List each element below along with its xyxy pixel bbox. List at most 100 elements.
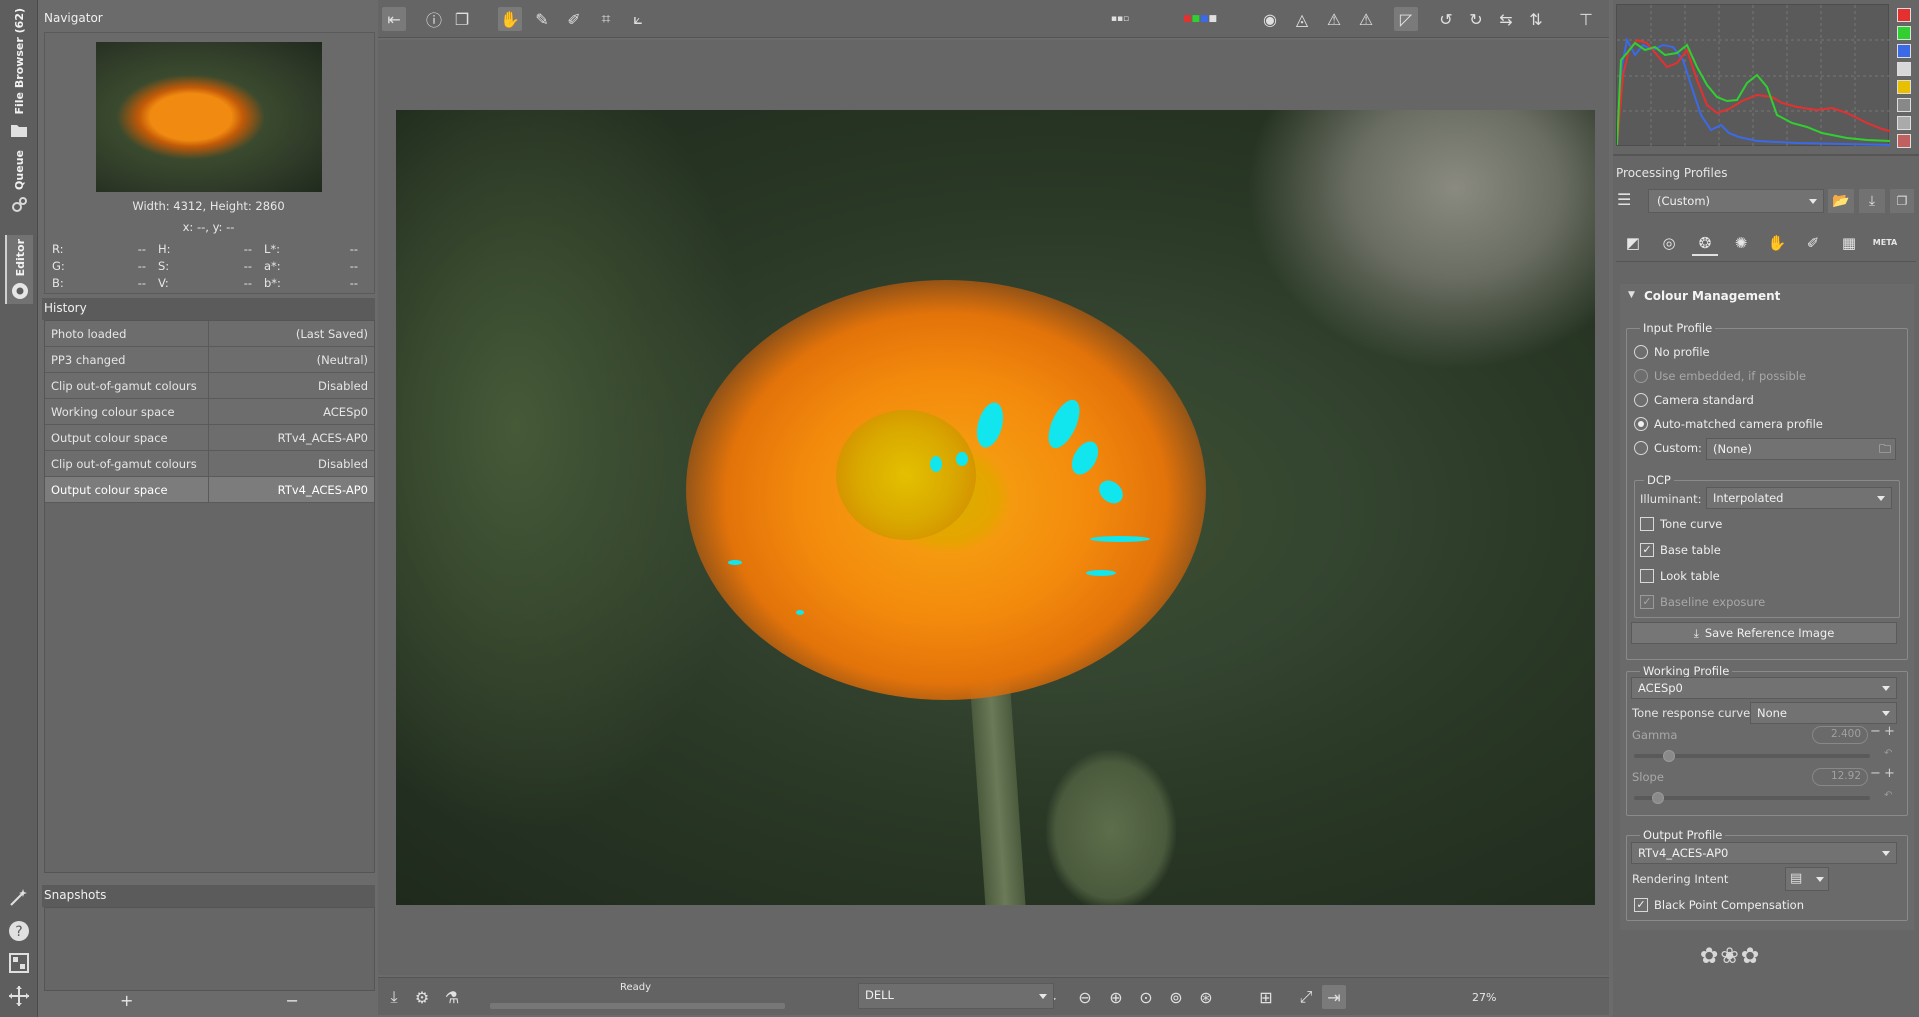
tab-raw-icon[interactable]: ✐ <box>1800 230 1826 256</box>
custom-profile-field[interactable]: (None) 🗀 <box>1706 438 1896 460</box>
gamma-slider-knob[interactable] <box>1663 750 1675 762</box>
history-row[interactable]: Clip out-of-gamut colours Disabled <box>45 451 374 477</box>
luminance-toggle[interactable] <box>1897 62 1911 76</box>
output-profile-select[interactable]: RTv4_ACES-AP0 <box>1631 842 1897 864</box>
checkbox-checked[interactable]: ✓ <box>1640 543 1654 557</box>
histogram[interactable] <box>1616 4 1891 147</box>
bar-toggle[interactable] <box>1897 134 1911 148</box>
info-icon[interactable]: ⓘ <box>422 7 446 31</box>
blue-channel-toggle[interactable] <box>1897 44 1911 58</box>
help-icon[interactable]: ? <box>8 920 30 942</box>
slope-value[interactable]: 12.92 <box>1812 768 1868 786</box>
colour-management-title[interactable]: Colour Management <box>1644 289 1780 303</box>
add-snapshot-button[interactable]: + <box>44 991 210 1013</box>
histogram-type-toggle[interactable] <box>1897 116 1911 130</box>
shadow-clip-icon[interactable]: ◬ <box>1290 7 1314 31</box>
move-icon[interactable] <box>8 985 30 1007</box>
fullscreen-icon[interactable]: ⤢ <box>1294 985 1318 1009</box>
collapse-triangle-icon[interactable]: ▼ <box>1628 290 1635 300</box>
navigator-thumbnail[interactable] <box>96 42 322 192</box>
history-row[interactable]: Output colour space RTv4_ACES-AP0 <box>45 425 374 451</box>
zoom-fit-crop-icon[interactable]: ⊚ <box>1164 985 1188 1009</box>
zoom-fit-icon[interactable]: ⊙ <box>1134 985 1158 1009</box>
flip-vertical-icon[interactable]: ⇅ <box>1524 7 1548 31</box>
flip-horizontal-icon[interactable]: ⇆ <box>1494 7 1518 31</box>
history-row-selected[interactable]: Output colour space RTv4_ACES-AP0 <box>45 477 374 503</box>
straighten-icon[interactable]: ⟀ <box>626 7 650 31</box>
check-base-table[interactable]: ✓ Base table <box>1640 543 1721 557</box>
history-row[interactable]: Working colour space ACESp0 <box>45 399 374 425</box>
snapshots-list[interactable] <box>44 907 375 991</box>
tab-advanced-icon[interactable]: ✺ <box>1728 230 1754 256</box>
illuminant-select[interactable]: Interpolated <box>1706 487 1892 509</box>
rotate-right-icon[interactable]: ↻ <box>1464 7 1488 31</box>
folder-icon[interactable]: 🗀 <box>1879 440 1891 461</box>
remove-snapshot-button[interactable]: − <box>210 991 376 1013</box>
highlight-warning-icon[interactable]: ⚠ <box>1322 7 1346 31</box>
background-color-icon[interactable]: ▪▪▫ <box>1108 7 1132 31</box>
layout-icon[interactable] <box>8 952 30 974</box>
checkbox-checked[interactable]: ✓ <box>1634 898 1648 912</box>
raw-histogram-toggle[interactable] <box>1897 98 1911 112</box>
gamut-check-icon[interactable]: ◸ <box>1394 7 1418 31</box>
slope-plus-icon[interactable]: + <box>1884 766 1895 781</box>
profile-list-icon[interactable]: ☰ <box>1617 190 1641 212</box>
focus-mask-icon[interactable]: ◉ <box>1258 7 1282 31</box>
radio-button-selected[interactable] <box>1634 417 1648 431</box>
trc-select[interactable]: None <box>1750 702 1897 724</box>
wand-icon[interactable] <box>8 886 30 908</box>
save-reference-image-button[interactable]: ⤓ Save Reference Image <box>1631 622 1897 644</box>
hand-tool-icon[interactable]: ✋ <box>498 7 522 31</box>
radio-custom[interactable]: Custom: <box>1634 441 1702 455</box>
checkbox-checked[interactable]: ✓ <box>1640 595 1654 609</box>
zoom-out-icon[interactable]: ⊖ <box>1073 985 1097 1009</box>
checkbox[interactable] <box>1640 569 1654 583</box>
queue-icon[interactable]: ⚙ <box>410 985 434 1009</box>
green-channel-toggle[interactable] <box>1897 26 1911 40</box>
color-picker-icon[interactable]: ✐ <box>562 7 586 31</box>
radio-auto-matched[interactable]: Auto-matched camera profile <box>1634 417 1823 431</box>
chroma-toggle[interactable] <box>1897 80 1911 94</box>
load-profile-icon[interactable]: 📂 <box>1828 189 1854 213</box>
check-tone-curve[interactable]: Tone curve <box>1640 517 1722 531</box>
radio-button[interactable] <box>1634 369 1648 383</box>
tab-editor[interactable]: Editor <box>5 235 33 305</box>
tab-locallab-icon[interactable]: ▦ <box>1836 230 1862 256</box>
monitor-profile-select[interactable]: DELL <box>858 983 1054 1009</box>
zoom-100-icon[interactable]: ⊛ <box>1194 985 1218 1009</box>
working-profile-select[interactable]: ACESp0 <box>1631 677 1897 699</box>
hide-right-panel-icon[interactable]: ⇥ <box>1322 985 1346 1009</box>
save-profile-icon[interactable]: ⤓ <box>1859 189 1885 213</box>
tab-transform-icon[interactable]: ✋ <box>1764 230 1790 256</box>
shadow-warning-icon[interactable]: ⚠ <box>1354 7 1378 31</box>
radio-use-embedded[interactable]: Use embedded, if possible <box>1634 369 1806 383</box>
tab-queue[interactable]: Queue <box>5 150 33 214</box>
zoom-in-icon[interactable]: ⊕ <box>1104 985 1128 1009</box>
slope-minus-icon[interactable]: − <box>1870 766 1881 781</box>
crop-icon[interactable]: ⌗ <box>594 7 618 31</box>
reset-icon[interactable]: ↶ <box>1884 790 1892 801</box>
copy-profile-icon[interactable]: ❐ <box>1890 189 1914 213</box>
hide-toolbar-icon[interactable]: ⊤ <box>1574 7 1598 31</box>
reset-icon[interactable]: ↶ <box>1884 748 1892 759</box>
red-channel-toggle[interactable] <box>1897 8 1911 22</box>
processing-profile-select[interactable]: (Custom) <box>1648 189 1824 213</box>
tab-colour-icon[interactable]: ❂ <box>1692 230 1718 256</box>
gamma-minus-icon[interactable]: − <box>1870 724 1881 739</box>
tab-exposure-icon[interactable]: ◩ <box>1620 230 1646 256</box>
tab-metadata[interactable]: META <box>1872 230 1898 256</box>
radio-button[interactable] <box>1634 393 1648 407</box>
slope-slider-knob[interactable] <box>1652 792 1664 804</box>
preview-image[interactable] <box>396 110 1595 905</box>
check-look-table[interactable]: Look table <box>1640 569 1720 583</box>
hide-left-panel-icon[interactable]: ⇤ <box>382 7 406 31</box>
history-row[interactable]: PP3 changed (Neutral) <box>45 347 374 373</box>
edit-external-icon[interactable]: ⚗ <box>440 985 464 1009</box>
channel-preview-icon[interactable]: ■ ■ ■ ■ <box>1183 7 1217 31</box>
history-row[interactable]: Clip out-of-gamut colours Disabled <box>45 373 374 399</box>
radio-no-profile[interactable]: No profile <box>1634 345 1710 359</box>
history-row[interactable]: Photo loaded (Last Saved) <box>45 321 374 347</box>
radio-button[interactable] <box>1634 345 1648 359</box>
checkbox[interactable] <box>1640 517 1654 531</box>
gamma-plus-icon[interactable]: + <box>1884 724 1895 739</box>
